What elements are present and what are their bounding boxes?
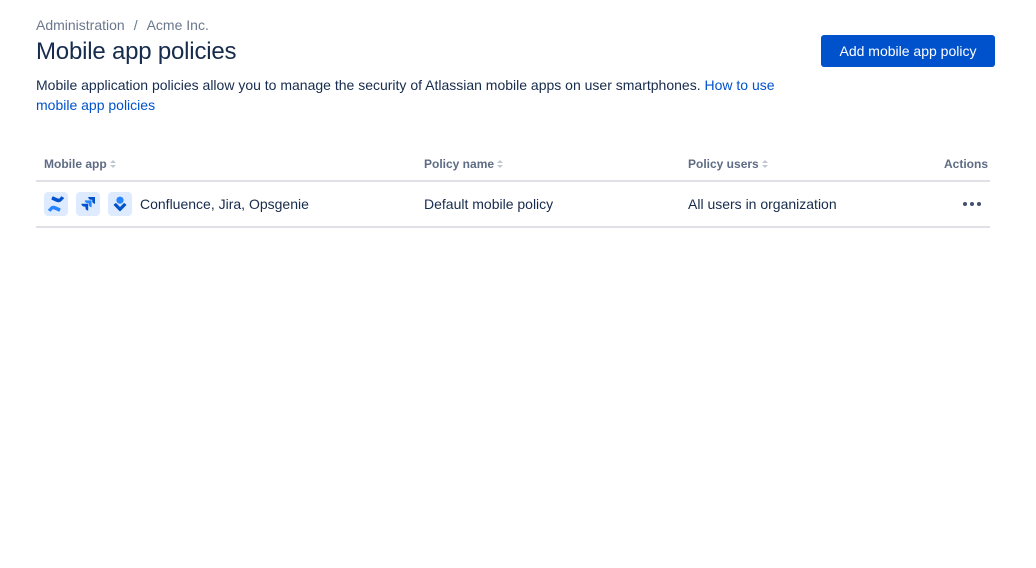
column-header-label: Actions	[943, 157, 988, 171]
column-header-mobile-app[interactable]: Mobile app	[36, 152, 424, 176]
apps-list: Confluence, Jira, Opsgenie	[140, 196, 309, 212]
column-header-policy-users[interactable]: Policy users	[688, 152, 928, 176]
confluence-icon	[44, 192, 68, 216]
column-header-policy-name[interactable]: Policy name	[424, 152, 688, 176]
cell-policy-users: All users in organization	[688, 196, 837, 212]
description-text: Mobile application policies allow you to…	[36, 77, 701, 93]
more-horizontal-icon[interactable]	[960, 192, 984, 216]
dot	[963, 202, 967, 206]
breadcrumb: Administration / Acme Inc.	[36, 16, 209, 34]
sort-icon	[109, 159, 116, 169]
page: Administration / Acme Inc. Mobile app po…	[0, 0, 1036, 568]
cell-actions	[928, 192, 990, 216]
table-row: Confluence, Jira, Opsgenie Default mobil…	[36, 182, 990, 228]
page-title: Mobile app policies	[36, 38, 237, 65]
column-header-actions: Actions	[928, 152, 990, 176]
jira-icon	[76, 192, 100, 216]
cell-policy-name[interactable]: Default mobile policy	[424, 196, 688, 212]
breadcrumb-item-organization[interactable]: Acme Inc.	[147, 17, 209, 33]
dot	[970, 202, 974, 206]
table-header: Mobile app Policy name Policy users Acti…	[36, 152, 990, 182]
column-header-label: Policy users	[688, 157, 759, 171]
opsgenie-icon	[108, 192, 132, 216]
column-header-label: Mobile app	[44, 157, 107, 171]
column-header-label: Policy name	[424, 157, 495, 171]
sort-icon	[497, 159, 504, 169]
breadcrumb-item-administration[interactable]: Administration	[36, 17, 125, 33]
cell-mobile-app: Confluence, Jira, Opsgenie	[36, 192, 424, 216]
sort-icon	[761, 159, 768, 169]
breadcrumb-separator: /	[133, 17, 138, 33]
policies-table: Mobile app Policy name Policy users Acti…	[36, 152, 990, 228]
dot	[977, 202, 981, 206]
add-mobile-app-policy-button[interactable]: Add mobile app policy	[821, 35, 995, 67]
page-description: Mobile application policies allow you to…	[36, 75, 816, 115]
